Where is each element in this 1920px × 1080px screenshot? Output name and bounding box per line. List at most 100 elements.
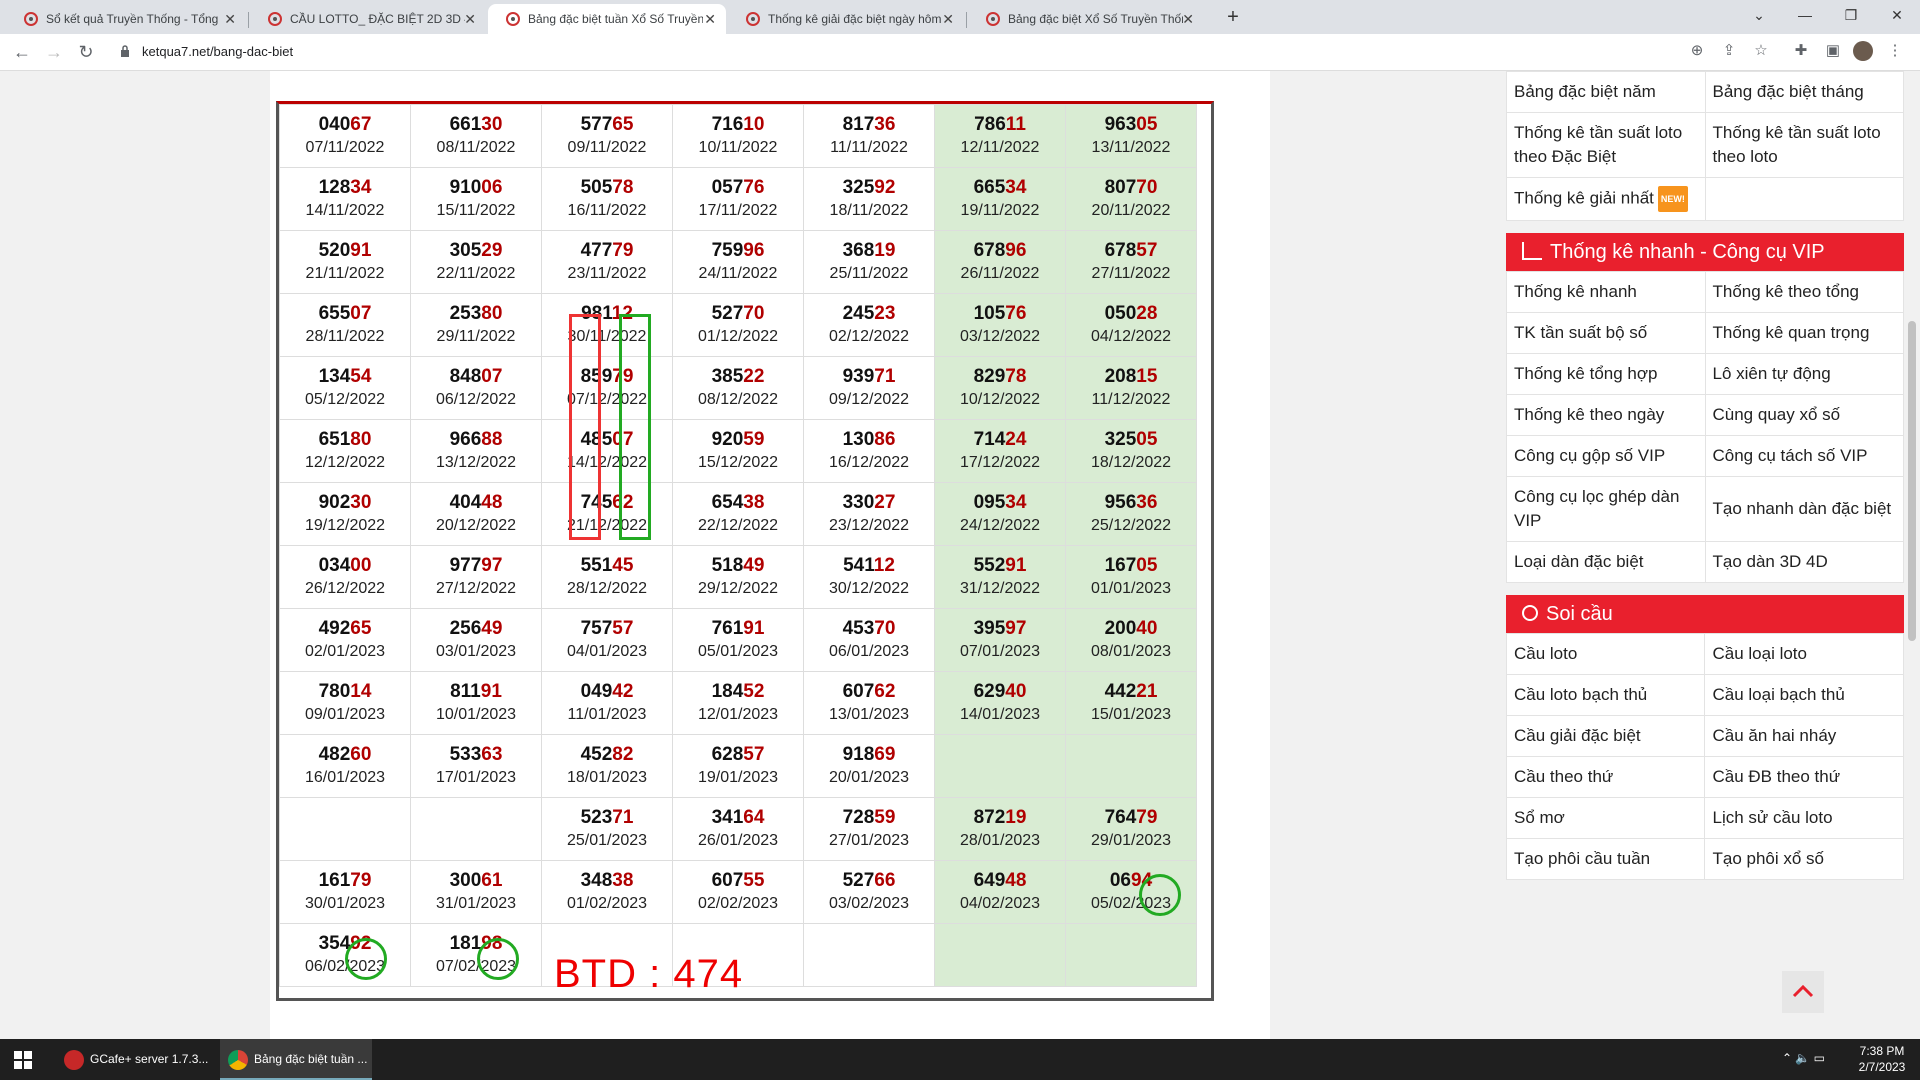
special-prize-number: 75996 [673, 239, 803, 263]
draw-date: 16/12/2022 [828, 454, 910, 471]
sidebar-link[interactable]: Tạo phôi xổ số [1704, 838, 1904, 880]
special-prize-number: 49265 [280, 617, 410, 641]
result-cell: 48507 14/12/2022 [541, 419, 673, 483]
taskbar-app-chrome[interactable]: Bảng đặc biệt tuần ... [220, 1039, 372, 1080]
number-head: 786 [974, 114, 1006, 135]
sidebar-link[interactable]: Cầu loại loto [1704, 633, 1904, 675]
number-tail: 40 [1005, 681, 1027, 702]
number-tail: 66 [874, 870, 896, 891]
draw-date: 16/11/2022 [567, 202, 647, 219]
sidebar-row: Thống kê tổng hợp Lô xiên tự động [1506, 353, 1904, 395]
close-tab-icon[interactable]: ✕ [1182, 4, 1194, 34]
draw-date: 10/12/2022 [959, 391, 1041, 408]
windows-start-icon[interactable] [14, 1051, 32, 1069]
sidebar-link[interactable]: Cầu ăn hai nháy [1704, 715, 1904, 757]
browser-menu-icon[interactable]: ⋮ [1884, 40, 1906, 62]
sidebar-link[interactable]: Tạo nhanh dàn đặc biệt [1704, 476, 1904, 542]
close-tab-icon[interactable]: ✕ [704, 4, 716, 34]
sidebar-link[interactable]: Lịch sử cầu loto [1704, 797, 1904, 839]
profile-avatar[interactable] [1852, 40, 1874, 62]
taskbar-app-gcafe[interactable]: GCafe+ server 1.7.3... [56, 1039, 216, 1080]
sidebar-link[interactable]: Thống kê tần suất loto theo loto [1704, 112, 1904, 178]
reload-icon[interactable]: ↻ [74, 40, 98, 64]
browser-tab-2[interactable]: CẦU LOTTO_ ĐẶC BIỆT 2D 3D 4D ✕ [250, 4, 486, 34]
number-head: 607 [711, 870, 744, 891]
browser-tab-4[interactable]: Thống kê giải đặc biệt ngày hôm ✕ [728, 4, 964, 34]
sidebar-link[interactable]: Thống kê tần suất loto theo Đặc Biệt [1506, 112, 1706, 178]
sidebar-link[interactable]: TK tần suất bộ số [1506, 312, 1706, 354]
browser-tab-1[interactable]: Sổ kết quả Truyền Thống - Tổng ✕ [6, 4, 246, 34]
sidebar-row: Bảng đặc biệt năm Bảng đặc biệt tháng [1506, 71, 1904, 113]
sidebar-link[interactable]: Bảng đặc biệt tháng [1704, 71, 1904, 113]
sidebar-link[interactable]: Cầu theo thứ [1505, 756, 1706, 798]
close-tab-icon[interactable]: ✕ [224, 4, 236, 34]
number-tail: 14 [350, 681, 372, 702]
draw-date: 31/01/2023 [435, 895, 517, 912]
bookmark-star-icon[interactable]: ☆ [1750, 40, 1772, 62]
result-cell: 54112 30/12/2022 [803, 545, 935, 609]
sidebar-link[interactable]: Loại dàn đặc biệt [1506, 541, 1706, 583]
extensions-puzzle-icon[interactable]: ✚ [1790, 40, 1812, 62]
draw-date: 07/11/2022 [305, 139, 385, 156]
sidebar-link[interactable]: Lô xiên tự động [1704, 353, 1904, 395]
browser-tab-5[interactable]: Bảng đặc biệt Xổ Số Truyền Thống ✕ [968, 4, 1204, 34]
result-cell: 97797 27/12/2022 [410, 545, 542, 609]
restore-window-icon[interactable]: ❐ [1828, 0, 1874, 30]
draw-date: 19/11/2022 [960, 202, 1040, 219]
scrollbar-thumb[interactable] [1908, 321, 1916, 641]
sidebar-link[interactable]: Cùng quay xổ số [1704, 394, 1904, 436]
draw-date: 02/12/2022 [828, 328, 910, 345]
page-scrollbar[interactable] [1904, 71, 1920, 1039]
sidebar-link[interactable]: Cầu giải đặc biệt [1505, 715, 1706, 757]
tab-search-chevron-down-icon[interactable]: ⌄ [1736, 0, 1782, 30]
side-panel-icon[interactable]: ▣ [1822, 40, 1844, 62]
browser-tab-strip: Sổ kết quả Truyền Thống - Tổng ✕ CẦU LOT… [0, 0, 1920, 34]
draw-date: 20/12/2022 [435, 517, 517, 534]
sidebar-link[interactable]: Tạo phôi cầu tuần [1505, 838, 1706, 880]
special-prize-number: 51849 [673, 554, 803, 578]
chrome-icon [228, 1050, 248, 1070]
draw-date: 20/11/2022 [1091, 202, 1171, 219]
draw-date: 28/11/2022 [305, 328, 385, 345]
zoom-icon[interactable]: ⊕ [1686, 40, 1708, 62]
sidebar-link[interactable]: Bảng đặc biệt năm [1506, 71, 1706, 113]
forward-arrow-icon[interactable]: → [42, 40, 66, 64]
sidebar-link[interactable]: Thống kê theo ngày [1506, 394, 1706, 436]
draw-date: 26/12/2022 [304, 580, 386, 597]
number-tail: 36 [1136, 492, 1158, 513]
sidebar-link[interactable]: Tạo dàn 3D 4D [1704, 541, 1904, 583]
back-arrow-icon[interactable]: ← [10, 40, 34, 64]
sidebar-link[interactable]: Sổ mơ [1505, 797, 1706, 839]
taskbar-clock[interactable]: 7:38 PM 2/7/2023 [1852, 1043, 1912, 1075]
new-tab-button[interactable]: + [1210, 2, 1256, 32]
special-prize-number: 30529 [411, 239, 541, 263]
sidebar-link[interactable]: Cầu ĐB theo thứ [1704, 756, 1904, 798]
sidebar-link[interactable]: Thống kê giải nhất NEW! [1506, 177, 1706, 221]
sidebar-link[interactable]: Cầu loại bạch thủ [1704, 674, 1904, 716]
sidebar-link[interactable]: Thống kê theo tổng [1704, 271, 1904, 313]
share-icon[interactable]: ⇪ [1718, 40, 1740, 62]
sidebar-link[interactable]: Công cụ lọc ghép dàn VIP [1506, 476, 1706, 542]
sidebar-link[interactable]: Công cụ gộp số VIP [1506, 435, 1706, 477]
tab-label: Thống kê giải đặc biệt ngày hôm [768, 12, 942, 26]
minimize-icon[interactable]: — [1782, 0, 1828, 30]
sidebar-link[interactable]: Thống kê quan trọng [1704, 312, 1904, 354]
browser-tab-3-active[interactable]: Bảng đặc biệt tuần Xổ Số Truyền ✕ [488, 4, 726, 34]
draw-date: 04/02/2023 [959, 895, 1041, 912]
special-prize-number: 50578 [542, 176, 672, 200]
close-tab-icon[interactable]: ✕ [942, 4, 954, 34]
sidebar-link[interactable]: Cầu loto [1505, 633, 1706, 675]
system-tray-icons[interactable]: ⌃ 🔈 ▭ [1782, 1051, 1825, 1065]
number-head: 655 [318, 303, 351, 324]
close-tab-icon[interactable]: ✕ [464, 4, 476, 34]
sidebar-link[interactable]: Thống kê nhanh [1506, 271, 1706, 313]
sidebar-row: Loại dàn đặc biệt Tạo dàn 3D 4D [1506, 541, 1904, 583]
sidebar-link[interactable]: Thống kê tổng hợp [1506, 353, 1706, 395]
sidebar-link[interactable]: Cầu loto bạch thủ [1505, 674, 1706, 716]
number-tail: 22 [743, 366, 765, 387]
number-tail: 15 [1136, 366, 1158, 387]
close-window-icon[interactable]: ✕ [1874, 0, 1920, 30]
scroll-to-top-button[interactable] [1782, 971, 1824, 1013]
address-bar[interactable]: ketqua7.net/bang-dac-biet [108, 38, 1920, 66]
sidebar-link[interactable]: Công cụ tách số VIP [1704, 435, 1904, 477]
